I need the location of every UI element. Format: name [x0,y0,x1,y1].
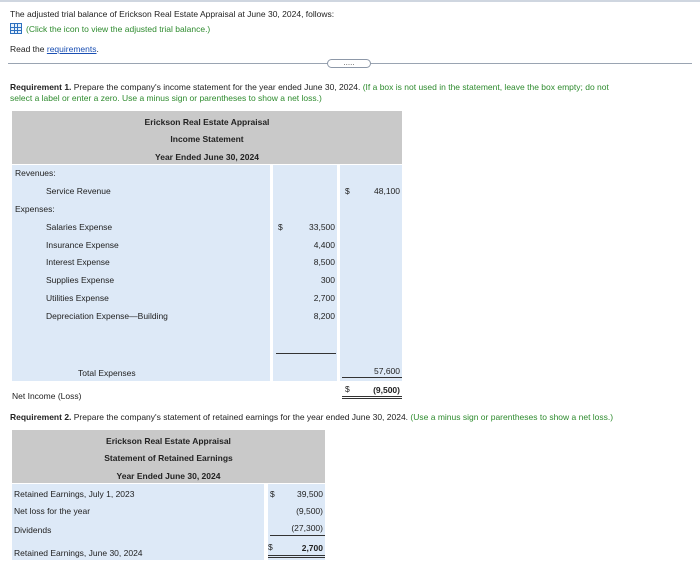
re-statement-title: Statement of Retained Earnings [104,453,233,463]
income-amount-column-1 [273,165,337,381]
req2-hint: (Use a minus sign or parentheses to show… [408,412,614,422]
req1-label: Requirement 1. [10,82,72,92]
service-revenue-label[interactable]: Service Revenue [46,186,111,196]
expense-label[interactable]: Insurance Expense [46,240,119,250]
dividends-underline [270,535,325,536]
income-statement-title: Income Statement [170,134,244,144]
income-label-column [12,165,270,381]
re-row-label[interactable]: Retained Earnings, June 30, 2024 [14,548,143,558]
income-company-name: Erickson Real Estate Appraisal [144,117,270,127]
expense-amount[interactable]: 4,400 [280,240,335,250]
re-row-label[interactable]: Retained Earnings, July 1, 2023 [14,489,135,499]
expense-label[interactable]: Supplies Expense [46,275,114,285]
intro-text: The adjusted trial balance of Erickson R… [10,9,335,19]
income-amount-column-2 [340,165,402,381]
expenses-label: Expenses: [15,204,55,214]
expense-amount[interactable]: 300 [280,275,335,285]
expense-amount[interactable]: 8,500 [280,257,335,267]
requirements-link[interactable]: requirements [47,44,97,54]
read-suffix: . [96,44,99,54]
re-row-amount[interactable]: (27,300) [274,523,323,533]
net-income-double-underline-1 [342,396,402,397]
re-row-amount[interactable]: (9,500) [274,506,323,516]
net-income-label: Net Income (Loss) [12,391,82,401]
req2-label: Requirement 2. [10,412,72,422]
req2-text: Prepare the company's statement of retai… [71,412,409,422]
req1-text: Prepare the company's income statement f… [71,82,361,92]
re-row-label[interactable]: Dividends [14,525,51,535]
service-revenue-amount[interactable]: 48,100 [350,186,400,196]
expand-button[interactable]: ..... [327,59,371,68]
re-row-amount[interactable]: 39,500 [274,489,323,499]
view-trial-balance-link[interactable]: (Click the icon to view the adjusted tri… [26,24,210,34]
table-icon[interactable] [10,23,22,34]
total-underline [342,377,402,378]
income-period: Year Ended June 30, 2024 [155,152,259,162]
ending-re-double-underline-2 [268,557,325,558]
re-company-name: Erickson Real Estate Appraisal [106,436,231,446]
net-income-amount[interactable]: (9,500) [350,385,400,395]
re-row-dollar: $ [268,542,273,552]
expense-label[interactable]: Salaries Expense [46,222,112,232]
total-expenses-label: Total Expenses [78,368,136,378]
expense-amount[interactable]: 2,700 [280,293,335,303]
read-requirements-line: Read the requirements. [10,44,99,54]
subtotal-underline [276,353,336,354]
req2-instruction: Requirement 2. Prepare the company's sta… [10,412,613,422]
re-row-label[interactable]: Net loss for the year [14,506,90,516]
re-period: Year Ended June 30, 2024 [116,471,221,481]
expense-amount[interactable]: 33,500 [280,222,335,232]
req1-hint2: select a label or enter a zero. Use a mi… [10,93,322,103]
expense-label[interactable]: Utilities Expense [46,293,109,303]
req1-hint1: (If a box is not used in the statement, … [360,82,609,92]
revenues-label: Revenues: [15,168,56,178]
re-row-amount[interactable]: 2,700 [274,543,323,553]
ending-re-double-underline-1 [268,555,325,556]
total-expenses-amount[interactable]: 57,600 [350,366,400,376]
expense-label[interactable]: Depreciation Expense—Building [46,311,168,321]
expense-label[interactable]: Interest Expense [46,257,110,267]
req1-instruction: Requirement 1. Prepare the company's inc… [10,82,609,92]
top-border [0,0,700,2]
net-income-double-underline-2 [342,398,402,399]
read-prefix: Read the [10,44,47,54]
expense-amount[interactable]: 8,200 [280,311,335,321]
